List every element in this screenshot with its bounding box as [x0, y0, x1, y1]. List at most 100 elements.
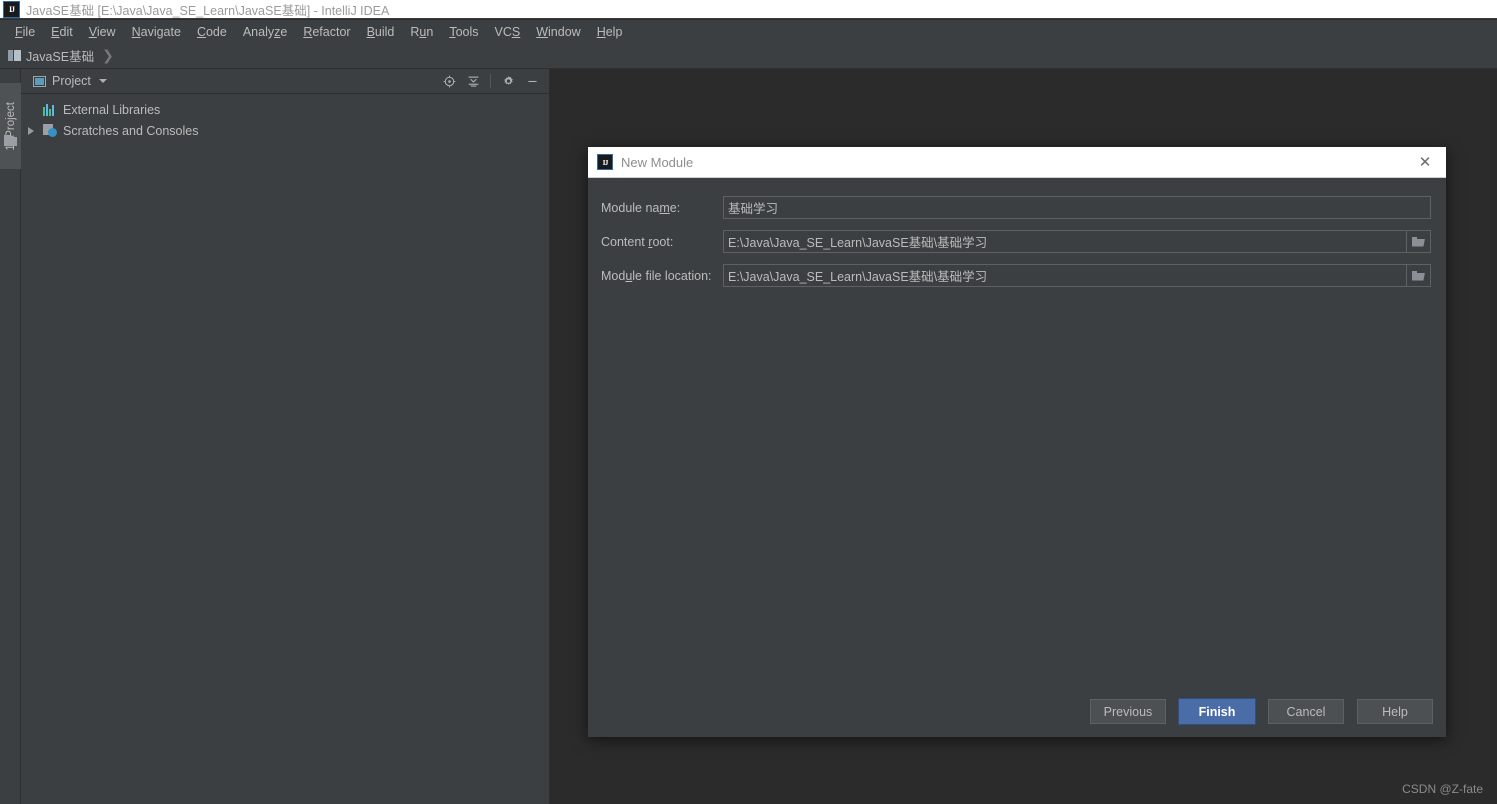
menu-vcs[interactable]: VCS	[487, 23, 529, 41]
navigation-bar: JavaSE基础 ❯	[0, 43, 1497, 69]
new-module-dialog: IJ New Module ✕ Module name: 基础学习 Conten…	[588, 147, 1446, 737]
dialog-button-bar: Previous Finish Cancel Help	[1090, 698, 1433, 725]
tree-node-label: External Libraries	[63, 102, 161, 117]
project-icon	[33, 75, 46, 87]
menu-build-mnemonic: B	[366, 24, 375, 39]
module-file-location-input[interactable]: E:\Java\Java_SE_Learn\JavaSE基础\基础学习	[723, 264, 1406, 287]
menu-help-mnemonic: H	[596, 24, 606, 39]
help-button[interactable]: Help	[1357, 699, 1433, 724]
breadcrumb-label: JavaSE基础	[26, 50, 95, 64]
menu-analyze-post: e	[280, 24, 288, 39]
menu-refactor-post: efactor	[312, 24, 351, 39]
form-row-module-file-location: Module file location: E:\Java\Java_SE_Le…	[601, 264, 1431, 287]
content-root-input[interactable]: E:\Java\Java_SE_Learn\JavaSE基础\基础学习	[723, 230, 1406, 253]
module-file-location-field-group: E:\Java\Java_SE_Learn\JavaSE基础\基础学习	[723, 264, 1431, 287]
breadcrumb-separator-icon: ❯	[102, 47, 114, 63]
favorites-folder-icon[interactable]	[4, 135, 17, 146]
close-icon[interactable]: ✕	[1414, 151, 1436, 173]
menu-file[interactable]: File	[7, 23, 43, 41]
content-root-label: Content root:	[601, 235, 723, 249]
form-row-module-name: Module name: 基础学习	[601, 196, 1431, 219]
menu-tools-post: ools	[455, 24, 479, 39]
window-titlebar: IJ JavaSE基础 [E:\Java\Java_SE_Learn\JavaS…	[0, 0, 1497, 19]
tree-node-scratches-and-consoles[interactable]: Scratches and Consoles	[21, 120, 549, 141]
menu-run-post: n	[426, 24, 434, 39]
window-title: JavaSE基础 [E:\Java\Java_SE_Learn\JavaSE基础…	[26, 3, 390, 18]
menu-navigate[interactable]: Navigate	[124, 23, 189, 41]
form-row-content-root: Content root: E:\Java\Java_SE_Learn\Java…	[601, 230, 1431, 253]
menu-edit[interactable]: Edit	[43, 23, 81, 41]
menu-run[interactable]: Run	[402, 23, 441, 41]
menu-window[interactable]: Window	[528, 23, 588, 41]
content-root-label-post: oot:	[652, 234, 674, 249]
folder-icon	[1412, 270, 1425, 281]
module-name-label-mnemonic: m	[659, 200, 670, 215]
menu-file-post: ile	[22, 24, 36, 39]
menu-view-mnemonic: V	[88, 24, 97, 39]
hide-tool-window-icon[interactable]	[521, 71, 543, 91]
watermark-text: CSDN @Z-fate	[1402, 782, 1483, 796]
dialog-body: Module name: 基础学习 Content root: E:\Java\…	[588, 178, 1446, 737]
module-name-input[interactable]: 基础学习	[723, 196, 1431, 219]
menu-view[interactable]: View	[81, 23, 124, 41]
menu-vcs-mnemonic: S	[511, 24, 521, 39]
project-view-selector[interactable]: Project	[33, 74, 107, 88]
project-tree: External Libraries Scratches and Console…	[21, 94, 549, 141]
menu-code[interactable]: Code	[189, 23, 235, 41]
project-tool-window-header: Project	[21, 69, 549, 94]
expand-arrow-icon[interactable]	[28, 126, 34, 135]
menu-help-post: elp	[605, 24, 623, 39]
content-root-label-pre: Content	[601, 234, 649, 249]
previous-button[interactable]: Previous	[1090, 699, 1166, 724]
dialog-title: New Module	[621, 154, 694, 170]
project-tool-window-title: Project	[52, 74, 91, 88]
menu-view-post: iew	[96, 24, 116, 39]
app-logo-icon: IJ	[3, 0, 20, 18]
module-file-location-browse-button[interactable]	[1406, 264, 1431, 287]
menu-analyze[interactable]: Analyze	[235, 23, 295, 41]
new-module-form: Module name: 基础学习 Content root: E:\Java\…	[588, 178, 1446, 287]
settings-gear-icon[interactable]	[497, 71, 519, 91]
toolbar-divider	[490, 74, 491, 88]
menu-navigate-post: avigate	[140, 24, 181, 39]
menu-refactor-mnemonic: R	[303, 24, 313, 39]
menu-bar: File Edit View Navigate Code Analyze Ref…	[0, 20, 1497, 43]
content-root-browse-button[interactable]	[1406, 230, 1431, 253]
content-root-field-group: E:\Java\Java_SE_Learn\JavaSE基础\基础学习	[723, 230, 1431, 253]
folder-icon	[1412, 236, 1425, 247]
menu-file-mnemonic: F	[15, 24, 23, 39]
finish-button[interactable]: Finish	[1178, 698, 1256, 725]
module-file-location-label-post: le file location:	[632, 268, 712, 283]
chevron-down-icon	[98, 79, 107, 83]
collapse-all-icon[interactable]	[462, 71, 484, 91]
tree-node-external-libraries[interactable]: External Libraries	[21, 99, 549, 120]
breadcrumb[interactable]: JavaSE基础 ❯	[8, 46, 114, 65]
menu-vcs-pre: VC	[494, 24, 512, 39]
select-opened-file-icon[interactable]	[438, 71, 460, 91]
menu-help[interactable]: Help	[589, 23, 631, 41]
left-tool-stripe: 1: Project	[0, 69, 21, 804]
module-icon	[8, 49, 21, 62]
menu-tools[interactable]: Tools	[441, 23, 486, 41]
tree-node-label: Scratches and Consoles	[63, 123, 199, 138]
project-tool-window-actions	[438, 71, 543, 91]
menu-build[interactable]: Build	[359, 23, 403, 41]
module-name-label-pre: Module na	[601, 200, 660, 215]
scratches-icon	[43, 124, 57, 137]
library-icon	[43, 103, 57, 116]
menu-analyze-pre: Analy	[242, 24, 275, 39]
dialog-titlebar: IJ New Module ✕	[588, 147, 1446, 178]
module-name-label: Module name:	[601, 201, 723, 215]
menu-navigate-mnemonic: N	[131, 24, 141, 39]
menu-window-post: indow	[548, 24, 581, 39]
menu-build-post: uild	[374, 24, 395, 39]
cancel-button[interactable]: Cancel	[1268, 699, 1344, 724]
dialog-app-logo-icon: IJ	[597, 154, 613, 170]
menu-refactor[interactable]: Refactor	[295, 23, 358, 41]
stripe-button-project[interactable]: 1: Project	[0, 83, 21, 169]
module-name-label-post: e:	[669, 200, 681, 215]
intellij-idea-window: IJ JavaSE基础 [E:\Java\Java_SE_Learn\JavaS…	[0, 0, 1497, 804]
module-file-location-label: Module file location:	[601, 269, 723, 283]
menu-code-mnemonic: C	[196, 24, 206, 39]
module-file-location-label-pre: Mod	[601, 268, 626, 283]
